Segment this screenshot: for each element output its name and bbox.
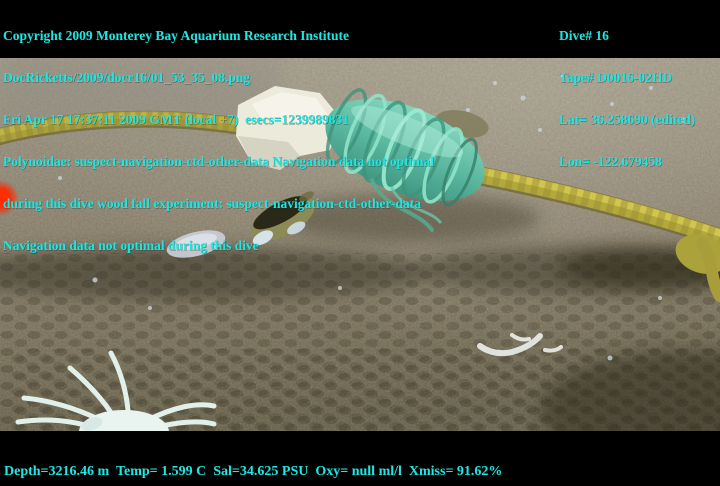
annotation-line-3: Navigation data not optimal during this … bbox=[3, 239, 434, 253]
annotation-line-2: during this dive wood fall experiment: s… bbox=[3, 197, 434, 211]
timestamp-line: Fri Apr 17 17:37:11 2009 GMT (local +7) … bbox=[3, 113, 434, 127]
longitude: Lon= -122.679458 bbox=[559, 155, 695, 169]
dive-number: Dive# 16 bbox=[559, 29, 695, 43]
header-left-overlay: Copyright 2009 Monterey Bay Aquarium Res… bbox=[3, 1, 434, 281]
copyright-line: Copyright 2009 Monterey Bay Aquarium Res… bbox=[3, 29, 434, 43]
telemetry-bar: Depth=3216.46 m Temp= 1.599 C Sal=34.625… bbox=[4, 465, 502, 479]
annotation-line-1: Polynoidae: suspect-navigation-ctd-other… bbox=[3, 155, 434, 169]
video-frame: Copyright 2009 Monterey Bay Aquarium Res… bbox=[0, 0, 720, 486]
header-right-overlay: Dive# 16 Tape# D0016-02HD Lat= 36.258690… bbox=[559, 1, 695, 197]
latitude: Lat= 36.258690 (edited) bbox=[559, 113, 695, 127]
tape-number: Tape# D0016-02HD bbox=[559, 71, 695, 85]
file-path-line: DocRicketts/2009/docr16/01_53_35_08.png bbox=[3, 71, 434, 85]
